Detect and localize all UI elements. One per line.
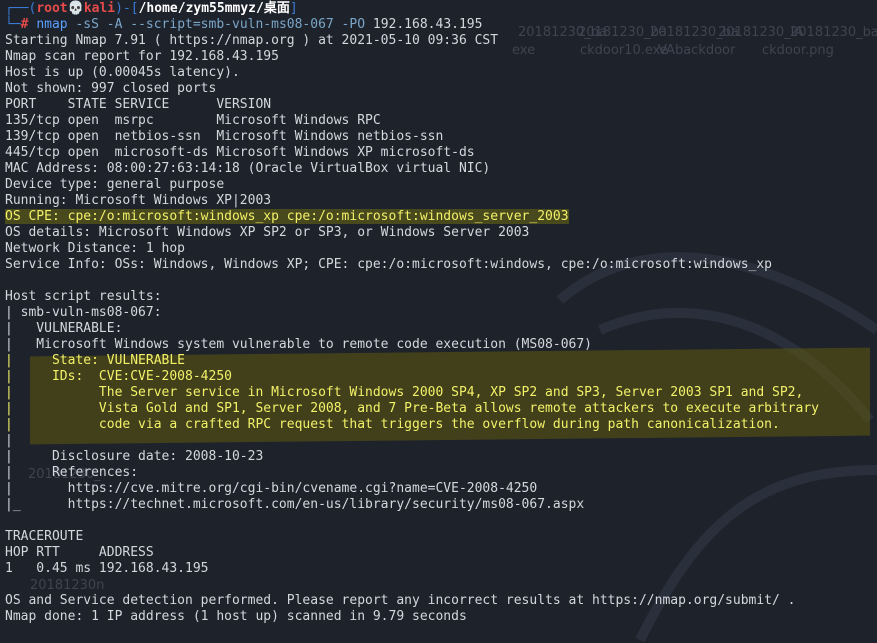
prompt-host: kali	[83, 1, 116, 16]
output-line: 135/tcp open msrpc Microsoft Windows RPC	[5, 113, 381, 128]
output-line: Device type: general purpose	[5, 177, 225, 192]
output-line: | References:	[5, 465, 139, 480]
output-line: | Disclosure date: 2008-10-23	[5, 449, 264, 464]
output-line: OS and Service detection performed. Plea…	[5, 593, 796, 608]
output-line-os-cpe: OS CPE: cpe:/o:microsoft:windows_xp cpe:…	[5, 209, 877, 225]
output-line: Network Distance: 1 hop	[5, 241, 186, 256]
output-line: TRACEROUTE	[5, 529, 84, 544]
prompt-line-2[interactable]: └─# nmap -sS -A --script=smb-vuln-ms08-0…	[5, 17, 877, 33]
output-line-state: | State: VULNERABLE	[5, 353, 186, 368]
prompt-prefix: └─	[5, 17, 21, 32]
output-line: |	[5, 433, 13, 448]
prompt-path: /home/zym55mmyz/桌面	[138, 1, 290, 16]
output-line: |_ https://technet.microsoft.com/en-us/l…	[5, 497, 585, 512]
output-line: | smb-vuln-ms08-067:	[5, 305, 162, 320]
output-line: HOP RTT ADDRESS	[5, 545, 154, 560]
os-cpe-highlight: OS CPE: cpe:/o:microsoft:windows_xp cpe:…	[5, 209, 569, 224]
output-line-ids: | IDs: CVE:CVE-2008-4250	[5, 369, 232, 384]
prompt-hash: #	[20, 17, 29, 32]
output-line: Service Info: OSs: Windows, Windows XP; …	[5, 257, 773, 272]
command-name: nmap	[36, 17, 68, 32]
command-target: 192.168.43.195	[372, 17, 483, 32]
prompt-close: ]	[289, 1, 298, 16]
output-line-desc: | code via a crafted RPC request that tr…	[5, 417, 780, 432]
output-line: Host is up (0.00045s latency).	[5, 65, 240, 80]
prompt-sep: )-[	[115, 1, 139, 16]
output-line: OS details: Microsoft Windows XP SP2 or …	[5, 225, 530, 240]
output-line: Running: Microsoft Windows XP|2003	[5, 193, 272, 208]
output-line: | https://cve.mitre.org/cgi-bin/cvename.…	[5, 481, 538, 496]
output-line-desc: | The Server service in Microsoft Window…	[5, 385, 804, 400]
prompt-corner: ┌──(	[5, 1, 37, 16]
terminal-output[interactable]: ┌──(root💀kali)-[/home/zym55mmyz/桌面] └─# …	[5, 1, 877, 625]
output-line: Not shown: 997 closed ports	[5, 81, 217, 96]
output-line: Nmap scan report for 192.168.43.195	[5, 49, 279, 64]
output-line: Host script results:	[5, 289, 162, 304]
output-line: | Microsoft Windows system vulnerable to…	[5, 337, 592, 352]
output-line: Nmap done: 1 IP address (1 host up) scan…	[5, 609, 467, 624]
output-line: 139/tcp open netbios-ssn Microsoft Windo…	[5, 129, 444, 144]
output-line: Starting Nmap 7.91 ( https://nmap.org ) …	[5, 33, 499, 48]
prompt-user: root	[36, 1, 68, 16]
output-line: 1 0.45 ms 192.168.43.195	[5, 561, 209, 576]
command-args: -sS -A --script=smb-vuln-ms08-067 -PO	[75, 17, 366, 32]
output-line: | VULNERABLE:	[5, 321, 123, 336]
output-line: PORT STATE SERVICE VERSION	[5, 97, 272, 112]
prompt-line-1: ┌──(root💀kali)-[/home/zym55mmyz/桌面]	[5, 1, 877, 17]
output-line: MAC Address: 08:00:27:63:14:18 (Oracle V…	[5, 161, 491, 176]
skull-icon: 💀	[67, 1, 84, 16]
output-line: 445/tcp open microsoft-ds Microsoft Wind…	[5, 145, 475, 160]
output-line-desc: | Vista Gold and SP1, Server 2008, and 7…	[5, 401, 819, 416]
